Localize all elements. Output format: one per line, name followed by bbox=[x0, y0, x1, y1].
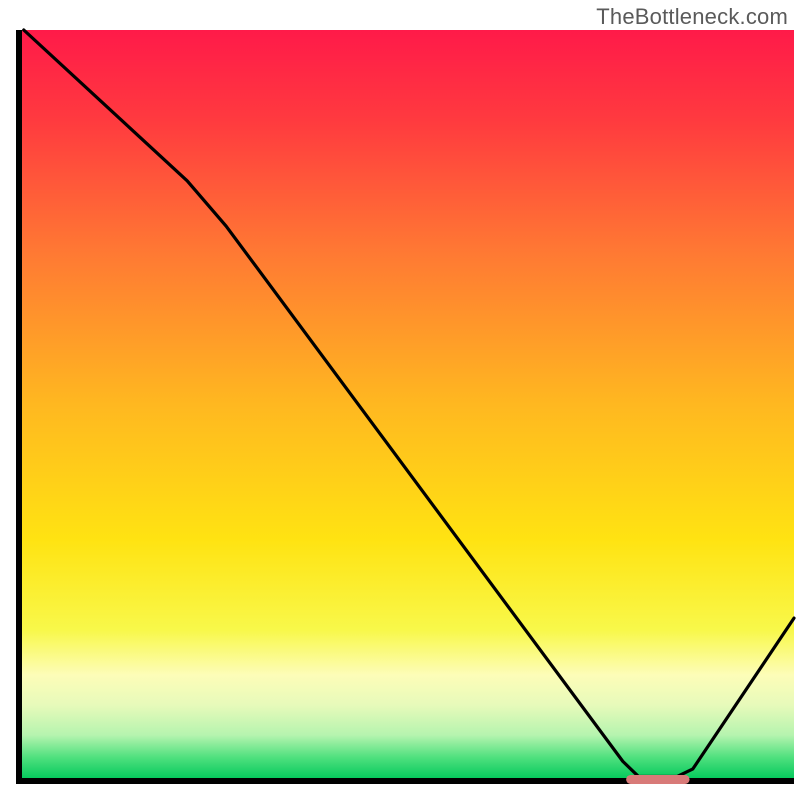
chart-container: TheBottleneck.com bbox=[0, 0, 800, 800]
gradient-background bbox=[20, 30, 794, 780]
bottleneck-chart bbox=[0, 0, 800, 800]
plot-area bbox=[16, 30, 794, 784]
